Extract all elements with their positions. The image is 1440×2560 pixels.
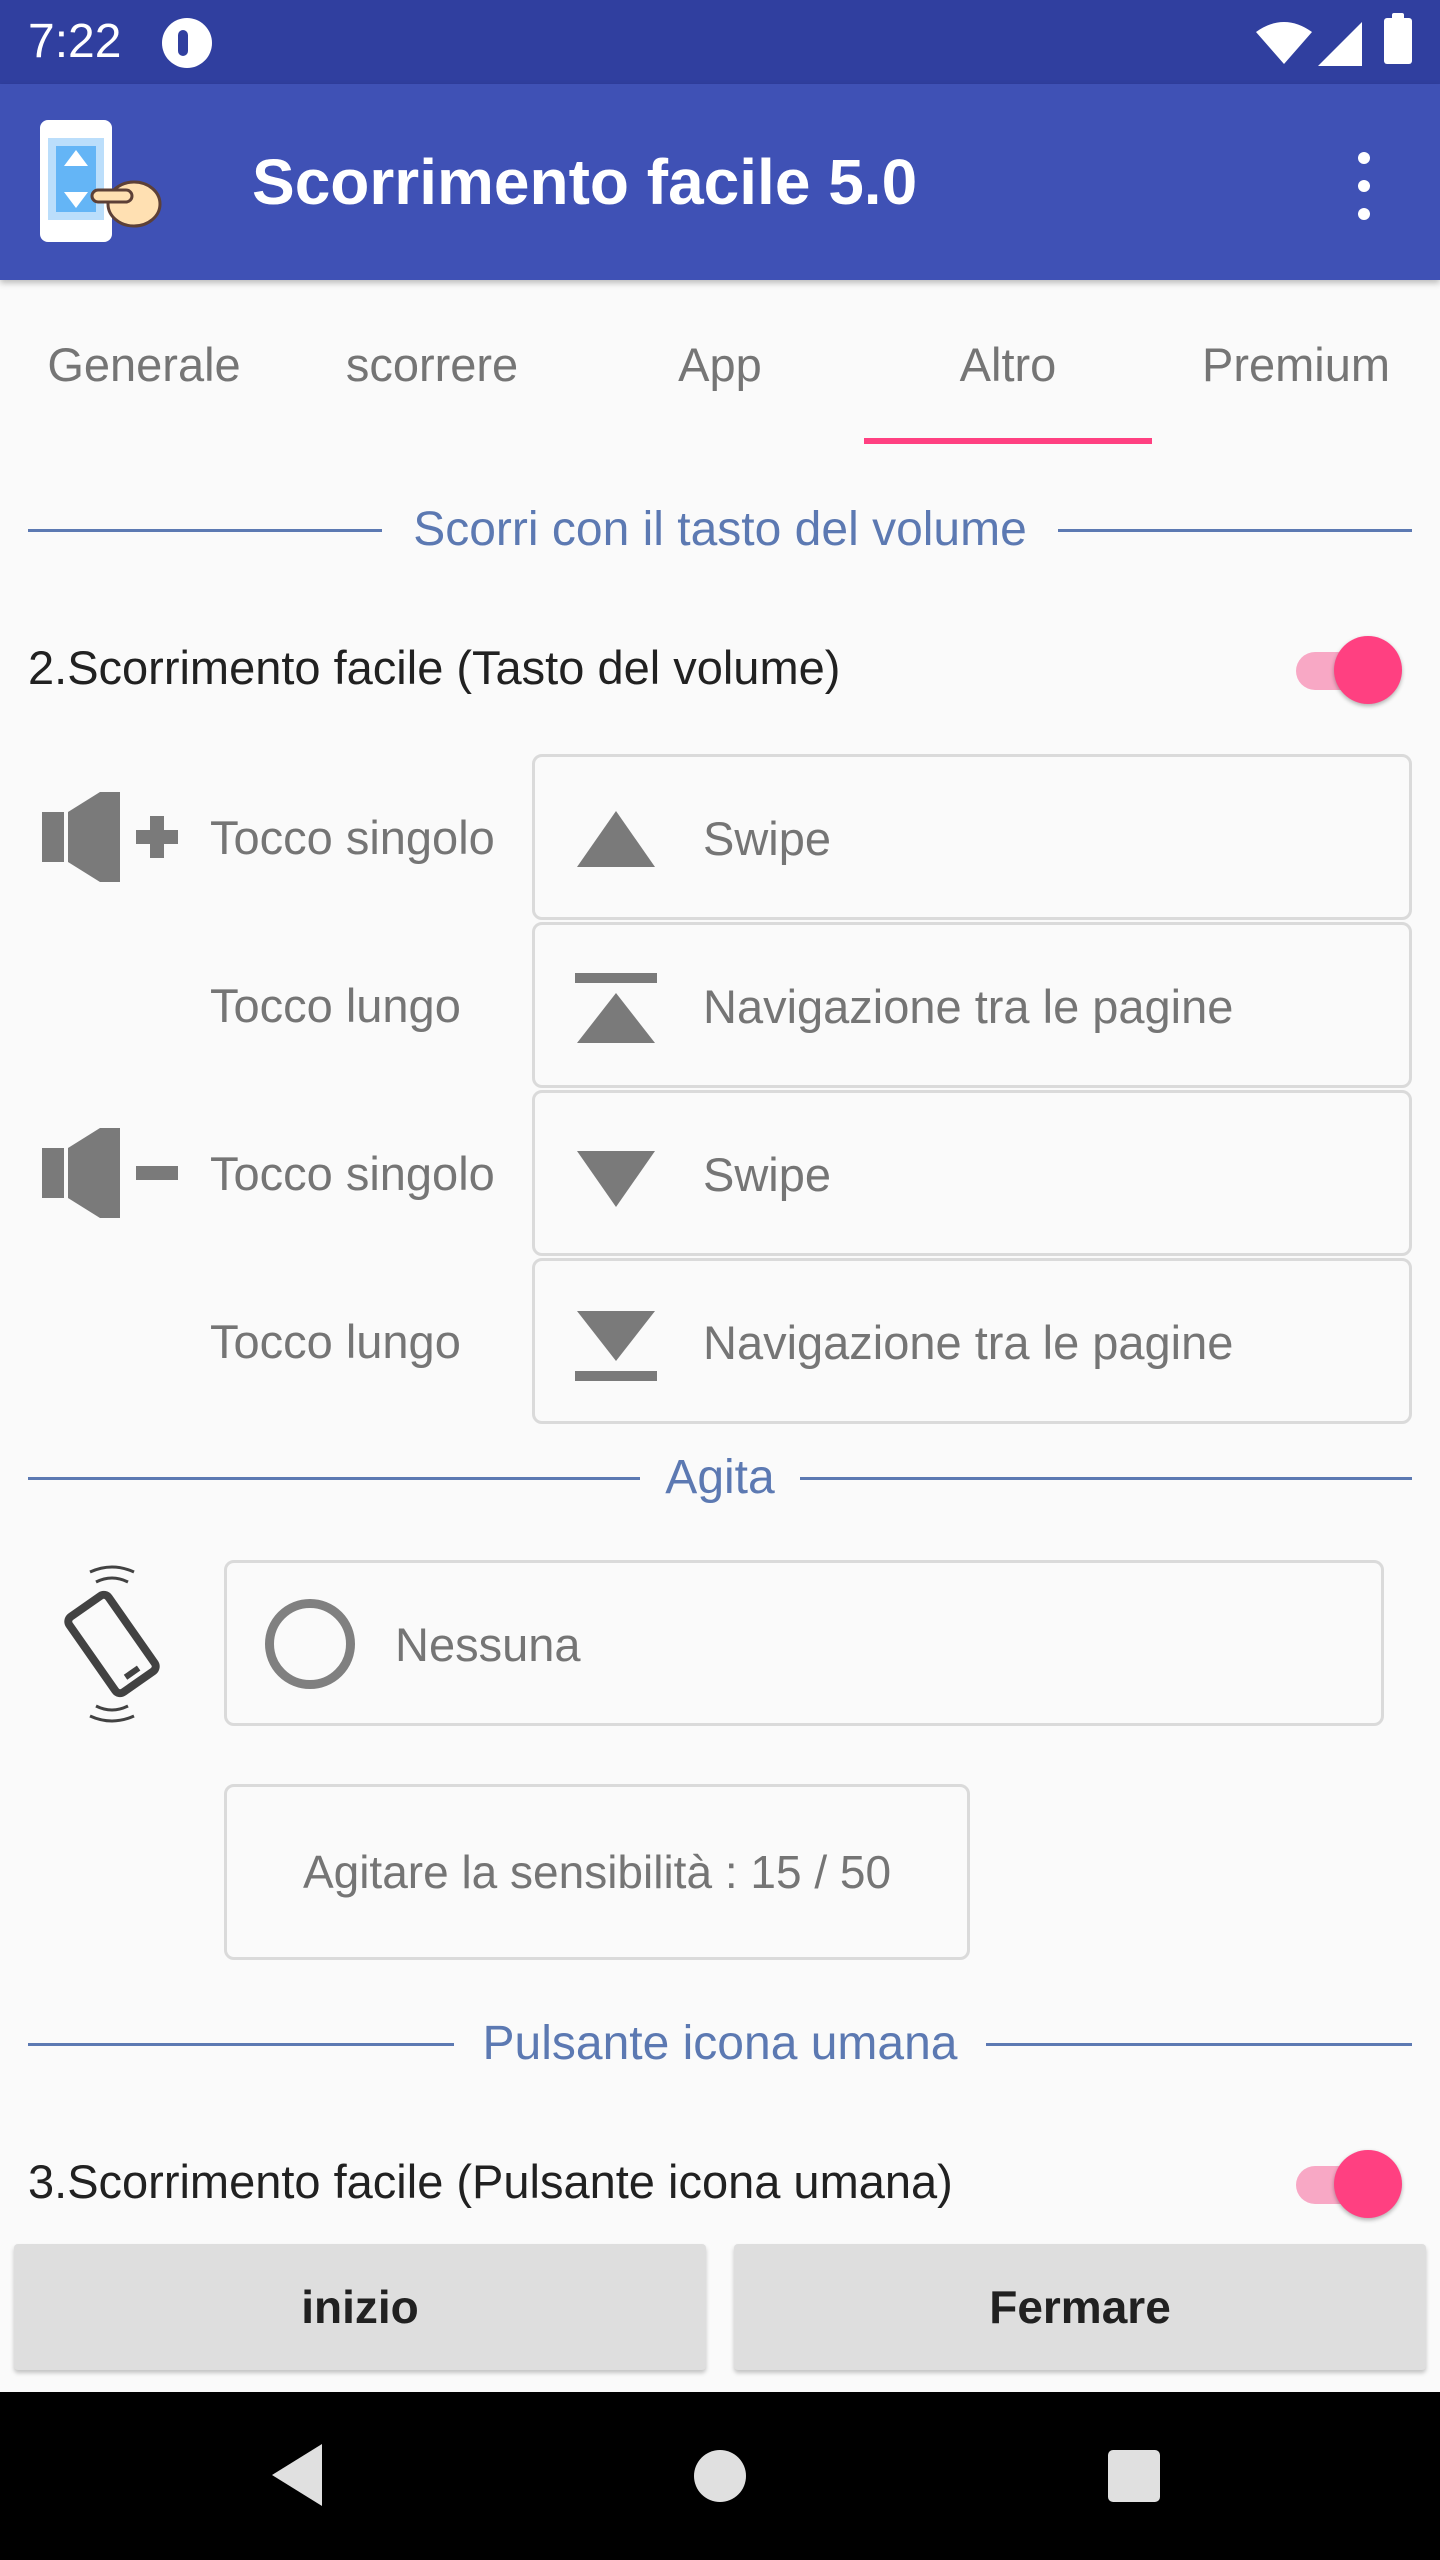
back-icon[interactable] — [270, 2442, 326, 2508]
arrow-up-icon — [577, 811, 655, 867]
human-icon-toggle-row[interactable]: 3.Scorrimento facile (Pulsante icona uma… — [28, 2142, 1412, 2222]
volume-down-icon — [42, 1128, 178, 1218]
radio-unchecked-icon — [265, 1599, 355, 1689]
volume-up-long-label: Tocco lungo — [210, 979, 461, 1032]
volume-toggle-label: 2.Scorrimento facile (Tasto del volume) — [28, 641, 841, 694]
more-vert-icon[interactable] — [1336, 148, 1392, 224]
app-bar: Scorrimento facile 5.0 — [0, 84, 1440, 280]
volume-up-single-label: Tocco singolo — [210, 811, 495, 864]
navigation-bar — [0, 2392, 1440, 2560]
section-header-human-icon: Pulsante icona umana — [28, 2014, 1412, 2074]
page-up-icon — [575, 973, 657, 1043]
tab-altro[interactable]: Altro — [864, 280, 1152, 448]
volume-down-long-label: Tocco lungo — [210, 1315, 461, 1368]
section-title-shake: Agita — [643, 1451, 797, 1504]
app-logo-icon — [40, 120, 162, 242]
volume-up-icon — [42, 792, 178, 882]
tab-generale[interactable]: Generale — [0, 280, 288, 448]
volume-up-single-select[interactable]: Swipe — [532, 754, 1412, 920]
volume-up-long-value: Navigazione tra le pagine — [703, 980, 1234, 1033]
section-title-human-icon: Pulsante icona umana — [460, 2017, 980, 2070]
stop-button[interactable]: Fermare — [734, 2244, 1426, 2370]
tab-scorrere[interactable]: scorrere — [288, 280, 576, 448]
notification-icon — [162, 18, 212, 68]
shake-phone-icon — [64, 1565, 160, 1723]
status-time: 7:22 — [28, 15, 122, 68]
volume-down-single-select[interactable]: Swipe — [532, 1090, 1412, 1256]
shake-sensitivity-button[interactable]: Agitare la sensibilità : 15 / 50 — [224, 1784, 970, 1960]
tab-premium[interactable]: Premium — [1152, 280, 1440, 448]
volume-down-single-value: Swipe — [703, 1148, 832, 1201]
volume-toggle-row[interactable]: 2.Scorrimento facile (Tasto del volume) — [28, 628, 1412, 708]
volume-up-long-select[interactable]: Navigazione tra le pagine — [532, 922, 1412, 1088]
signal-icon — [1318, 22, 1362, 66]
tab-bar: Generale scorrere App Altro Premium — [0, 280, 1440, 448]
volume-down-long-select[interactable]: Navigazione tra le pagine — [532, 1258, 1412, 1424]
arrow-down-icon — [577, 1151, 655, 1207]
section-title-volume: Scorri con il tasto del volume — [391, 503, 1049, 556]
volume-toggle-switch[interactable] — [1290, 634, 1402, 704]
recents-icon[interactable] — [1108, 2450, 1160, 2502]
app-title: Scorrimento facile 5.0 — [252, 146, 918, 218]
status-bar: 7:22 — [0, 0, 1440, 84]
home-icon[interactable] — [694, 2450, 746, 2502]
volume-down-single-label: Tocco singolo — [210, 1147, 495, 1200]
tab-indicator — [864, 438, 1152, 444]
volume-up-single-value: Swipe — [703, 812, 832, 865]
human-icon-toggle-label: 3.Scorrimento facile (Pulsante icona uma… — [28, 2155, 953, 2208]
section-header-volume: Scorri con il tasto del volume — [28, 500, 1412, 560]
tab-app[interactable]: App — [576, 280, 864, 448]
shake-action-value: Nessuna — [395, 1618, 581, 1671]
human-icon-toggle-switch[interactable] — [1290, 2148, 1402, 2218]
shake-action-select[interactable]: Nessuna — [224, 1560, 1384, 1726]
wifi-icon — [1256, 22, 1312, 64]
page-down-icon — [575, 1311, 657, 1381]
start-button[interactable]: inizio — [14, 2244, 706, 2370]
section-header-shake: Agita — [28, 1448, 1412, 1508]
volume-down-long-value: Navigazione tra le pagine — [703, 1316, 1234, 1369]
battery-icon — [1384, 13, 1412, 64]
